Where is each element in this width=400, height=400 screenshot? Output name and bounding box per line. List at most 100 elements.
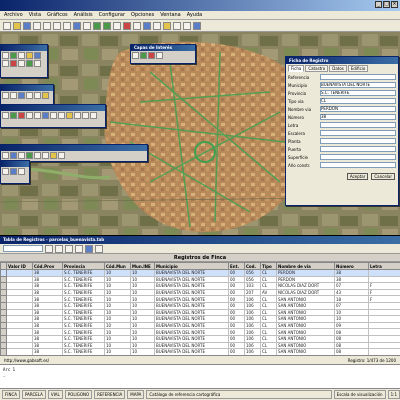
field-numero[interactable]: 38	[320, 114, 396, 120]
status-catalog[interactable]: Catálogo de referencia cartográfica	[146, 390, 332, 399]
table-row[interactable]: 38 S.C. TENERIFE 10 10 BUENAVISTA DEL NORTE 0…	[0, 288, 400, 297]
table-cell[interactable]: BUENAVISTA DEL NORTE	[154, 301, 229, 310]
table-cell[interactable]: CL	[260, 321, 277, 330]
table-cell[interactable]: 10	[334, 308, 369, 317]
table-cell[interactable]: SAN ANTONIO	[276, 301, 335, 310]
tab-ficha[interactable]: Ficha	[288, 65, 305, 72]
export-icon[interactable]	[50, 152, 57, 159]
measure-icon[interactable]	[173, 21, 181, 30]
table-cell[interactable]	[368, 315, 400, 323]
table-cell[interactable]	[6, 275, 33, 284]
table-cell[interactable]: CL	[260, 341, 277, 350]
table-cell[interactable]: S.C. TENERIFE	[62, 275, 105, 284]
rotate-icon[interactable]	[66, 112, 73, 119]
table-cell[interactable]: BUENAVISTA DEL NORTE	[154, 269, 229, 277]
accept-button[interactable]: Aceptar	[346, 173, 369, 180]
table-cell[interactable]: 10	[130, 288, 155, 297]
select-icon[interactable]	[123, 21, 131, 30]
label-tool-icon[interactable]	[18, 60, 25, 67]
table-cell[interactable]: 00	[228, 288, 245, 297]
column-header[interactable]: Mun.INE	[130, 262, 155, 270]
table-cell[interactable]	[368, 341, 400, 350]
table-cell[interactable]: CL	[260, 275, 277, 284]
text-icon[interactable]	[42, 92, 49, 99]
table-cell[interactable]: 00	[228, 301, 245, 310]
table-row[interactable]: 38 S.C. TENERIFE 10 10 BUENAVISTA DEL NORTE 0…	[0, 269, 400, 277]
command-console[interactable]: Arc 1 _	[0, 364, 400, 388]
table-cell[interactable]: 106	[244, 321, 261, 330]
table-cell[interactable]	[6, 295, 33, 303]
table-cell[interactable]	[6, 328, 33, 336]
table-cell[interactable]: 38	[32, 315, 63, 323]
buffer-icon[interactable]	[50, 112, 57, 119]
pointer-icon[interactable]	[2, 52, 9, 59]
table-cell[interactable]: 00	[228, 295, 245, 303]
table-cell[interactable]: 106	[244, 315, 261, 323]
field-superficie[interactable]	[320, 154, 396, 160]
status-parcela[interactable]: PARCELA	[22, 390, 46, 399]
table-cell[interactable]: SAN ANTONIO	[276, 321, 335, 330]
field-puerta[interactable]	[320, 146, 396, 152]
table-cell[interactable]: BUENAVISTA DEL NORTE	[154, 275, 229, 284]
table-cell[interactable]: F	[368, 295, 400, 303]
table-cell[interactable]: 106	[244, 295, 261, 303]
table-cell[interactable]	[6, 301, 33, 310]
table-cell[interactable]: CL	[260, 269, 277, 277]
table-cell[interactable]	[368, 269, 400, 277]
table-cell[interactable]: 10	[130, 308, 155, 317]
table-cell[interactable]: 207	[244, 288, 261, 297]
scale-bar-icon[interactable]	[10, 168, 17, 175]
table-cell[interactable]: F	[368, 288, 400, 297]
table-row[interactable]: 38 S.C. TENERIFE 10 10 BUENAVISTA DEL NORTE 0…	[0, 282, 400, 290]
table-cell[interactable]: 38	[32, 282, 63, 290]
legend-icon[interactable]	[18, 168, 25, 175]
table-cell[interactable]	[368, 308, 400, 317]
new-file-icon[interactable]	[3, 21, 11, 30]
table-cell[interactable]: 00	[228, 334, 245, 343]
table-cell[interactable]: 10	[334, 315, 369, 323]
query-icon[interactable]	[2, 152, 9, 159]
prev-record-icon[interactable]	[55, 244, 63, 253]
paste-icon[interactable]	[63, 21, 71, 30]
table-cell[interactable]: 43	[334, 288, 369, 297]
table-row[interactable]: 38 S.C. TENERIFE 10 10 BUENAVISTA DEL NORTE 0…	[0, 334, 400, 343]
table-cell[interactable]: 38	[32, 334, 63, 343]
table-cell[interactable]: BUENAVISTA DEL NORTE	[154, 288, 229, 297]
table-icon[interactable]	[153, 21, 161, 30]
table-cell[interactable]: BUENAVISTA DEL NORTE	[154, 321, 229, 330]
table-cell[interactable]: CL	[260, 282, 277, 290]
table-cell[interactable]: SAN ANTONIO	[276, 334, 335, 343]
sort-icon[interactable]	[18, 152, 25, 159]
table-cell[interactable]: BUENAVISTA DEL NORTE	[154, 295, 229, 303]
table-row[interactable]: 38 S.C. TENERIFE 10 10 BUENAVISTA DEL NORTE 0…	[0, 341, 400, 350]
column-header[interactable]: Municipio	[154, 262, 229, 270]
table-cell[interactable]: 38	[334, 269, 369, 277]
column-header[interactable]: Letra	[368, 262, 400, 270]
info-icon[interactable]	[133, 21, 141, 30]
table-cell[interactable]: 00	[228, 315, 245, 323]
table-cell[interactable]: 08	[334, 334, 369, 343]
table-cell[interactable]	[6, 288, 33, 297]
table-cell[interactable]: 10	[104, 321, 131, 330]
table-cell[interactable]	[368, 275, 400, 284]
minimize-button[interactable]: _	[375, 1, 382, 8]
table-cell[interactable]: 10	[130, 328, 155, 336]
status-referencia[interactable]: REFERENCIA	[94, 390, 126, 399]
table-selector[interactable]	[3, 245, 43, 252]
table-cell[interactable]: 056	[244, 269, 261, 277]
table-cell[interactable]: 00	[228, 269, 245, 277]
find-icon[interactable]	[85, 244, 93, 253]
table-cell[interactable]: S.C. TENERIFE	[62, 282, 105, 290]
table-cell[interactable]: 38	[32, 288, 63, 297]
record-dialog-title[interactable]: Ficha de Registro	[286, 57, 398, 64]
table-cell[interactable]: 10	[104, 334, 131, 343]
save-icon[interactable]	[23, 21, 31, 30]
layer-props-icon[interactable]	[156, 52, 163, 59]
table-cell[interactable]: 10	[130, 301, 155, 310]
table-cell[interactable]: 10	[130, 275, 155, 284]
table-cell[interactable]: 10	[104, 328, 131, 336]
zoom-to-record-icon[interactable]	[95, 244, 103, 253]
table-cell[interactable]	[368, 334, 400, 343]
merge-icon[interactable]	[34, 112, 41, 119]
table-cell[interactable]: 10	[130, 321, 155, 330]
